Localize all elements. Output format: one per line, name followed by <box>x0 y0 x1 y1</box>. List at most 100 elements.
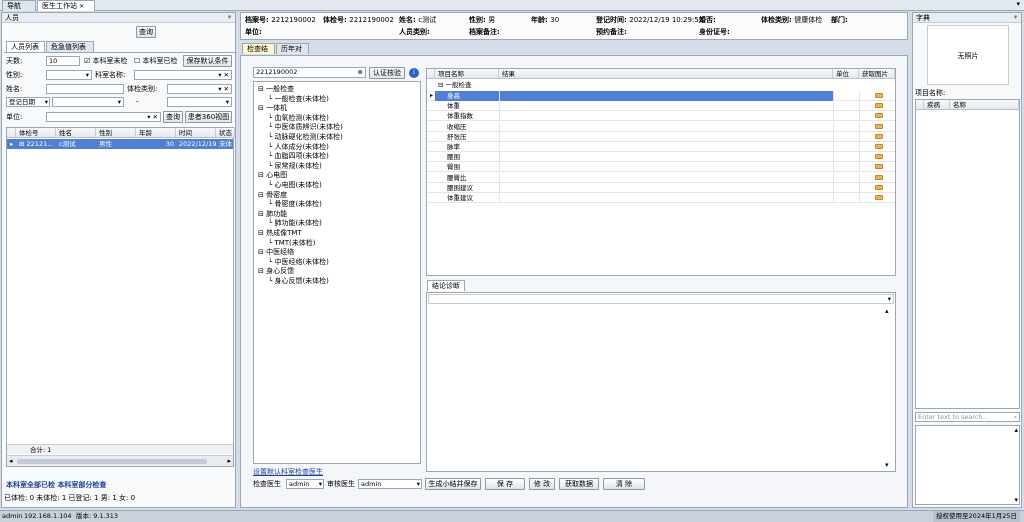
scroll-down-icon[interactable]: ▾ <box>1014 496 1018 504</box>
save-button[interactable]: 保 存 <box>485 478 525 490</box>
conclusion-textarea[interactable] <box>429 306 883 468</box>
folder-icon[interactable] <box>859 152 895 163</box>
save-default-button[interactable]: 保存默认条件 <box>183 55 232 67</box>
search-icon[interactable]: ⌕ <box>1013 413 1017 421</box>
cell-result[interactable] <box>499 101 833 112</box>
clear-icon[interactable]: ⊗ <box>358 68 363 76</box>
days-input[interactable]: 10 <box>46 56 80 66</box>
tree-group[interactable]: ⊟ 热成像TMT <box>258 229 302 238</box>
table-row[interactable]: ▸ 身高 <box>427 91 895 101</box>
scroll-up-icon[interactable]: ▴ <box>1014 426 1018 434</box>
tree-item[interactable]: └ 人体成分(未体检) <box>268 143 329 152</box>
patient-360-button[interactable]: 患者360视图 <box>185 111 232 123</box>
folder-icon[interactable] <box>859 121 895 132</box>
vertical-scrollbar[interactable]: ▴ ▾ <box>885 307 893 469</box>
pin-icon[interactable]: ᵠ <box>1014 13 1017 23</box>
table-row[interactable]: 腰围 <box>427 152 895 163</box>
scroll-left-icon[interactable]: ◂ <box>9 457 13 465</box>
close-icon[interactable]: ✕ <box>79 3 84 10</box>
table-row[interactable]: 腰围建议 <box>427 182 895 193</box>
table-row[interactable]: 舒张压 <box>427 131 895 142</box>
cell-result[interactable] <box>499 182 833 193</box>
conclusion-select[interactable]: ▾ <box>428 294 894 304</box>
fetch-data-button[interactable]: 获取数据 <box>559 478 599 490</box>
col-exam-no[interactable]: 体检号 <box>16 128 56 138</box>
tree-group[interactable]: ⊟ 一般检查 <box>258 85 294 94</box>
folder-icon[interactable] <box>859 111 895 122</box>
checkbox-unchecked-dept[interactable]: ☑ 本科室未检 <box>84 56 128 66</box>
tab-navigation[interactable]: 导航 <box>2 0 36 11</box>
exam-search-input[interactable]: 2212190002 ⊗ <box>253 67 366 78</box>
cell-result[interactable] <box>499 152 833 163</box>
folder-icon[interactable] <box>859 131 895 142</box>
name-input[interactable] <box>46 84 124 94</box>
col-item-name[interactable]: 项目名称 <box>435 69 499 79</box>
folder-icon[interactable] <box>859 142 895 152</box>
col-unit[interactable]: 单位 <box>833 69 859 79</box>
tab-exam-results[interactable]: 检查结果 <box>242 43 275 64</box>
table-row[interactable]: ▸ ⊞ 22121... c测试 男性 30 2022/12/19 未体 <box>7 139 233 149</box>
tree-item[interactable]: └ 骨密度(未体检) <box>268 200 322 209</box>
scroll-down-icon[interactable]: ▾ <box>885 461 889 469</box>
verify-button[interactable]: 认证核验 <box>369 67 405 79</box>
col-gender[interactable]: 性别 <box>96 128 136 138</box>
tree-item[interactable]: └ 中医经络(未体检) <box>268 258 329 267</box>
reg-date-select[interactable]: 登记日期 ▾ <box>6 97 50 107</box>
date-from-input[interactable]: ▾ <box>52 97 124 107</box>
tab-critical-list[interactable]: 危急值列表 <box>46 41 94 52</box>
tab-conclusion[interactable]: 结论诊断 <box>427 280 465 291</box>
folder-icon[interactable] <box>859 162 895 173</box>
tree-group[interactable]: ⊟ 肺功能 <box>258 210 287 219</box>
pin-icon[interactable]: ᵠ <box>228 13 231 23</box>
tree-item[interactable]: └ 血氧检测(未体检) <box>268 114 329 123</box>
dictionary-text-area[interactable]: ▴ ▾ <box>915 425 1020 505</box>
info-icon[interactable]: i <box>409 68 419 78</box>
folder-icon[interactable] <box>859 193 895 203</box>
col-disease[interactable]: 疾病 <box>924 100 950 110</box>
tree-item[interactable]: └ 动脉硬化检测(未体检) <box>268 133 343 142</box>
query-button-2[interactable]: 查询 <box>163 111 183 123</box>
cell-result[interactable] <box>499 193 833 203</box>
clear-icon[interactable]: ▾ ✕ <box>147 113 158 121</box>
tree-item[interactable]: └ 肺功能(未体检) <box>268 219 322 228</box>
col-name[interactable]: 姓名 <box>56 128 96 138</box>
cell-result[interactable] <box>499 91 833 101</box>
table-row[interactable]: 臀围 <box>427 162 895 173</box>
table-row[interactable]: 体重 <box>427 101 895 112</box>
chevron-down-icon[interactable]: ▾ <box>1016 0 1020 8</box>
folder-icon[interactable] <box>859 91 895 101</box>
clear-icon[interactable]: ▾ ✕ <box>218 71 229 79</box>
set-default-doctor-link[interactable]: 设置默认科室检查医生 <box>253 467 323 477</box>
folder-icon[interactable] <box>859 101 895 112</box>
col-result[interactable]: 结果 <box>499 69 833 79</box>
clear-icon[interactable]: ▾ ✕ <box>218 85 229 93</box>
dictionary-search-input[interactable]: Enter text to search... ⌕ <box>915 412 1020 422</box>
col-get-image[interactable]: 获取图片 <box>859 69 895 79</box>
gender-select[interactable]: ▾ <box>46 70 92 80</box>
cell-result[interactable] <box>499 172 833 183</box>
tree-group[interactable]: ⊟ 中医经络 <box>258 248 294 257</box>
cell-result[interactable] <box>499 121 833 132</box>
edit-button[interactable]: 修 改 <box>529 478 555 490</box>
date-to-input[interactable]: ▾ <box>167 97 232 107</box>
table-row[interactable]: 收缩压 <box>427 121 895 132</box>
tree-item[interactable]: └ 一般检查(未体检) <box>268 95 329 104</box>
scroll-thumb[interactable] <box>17 459 207 464</box>
tree-group[interactable]: ⊟ 一体机 <box>258 104 287 113</box>
generate-summary-save-button[interactable]: 生成小结并保存 <box>425 478 481 490</box>
exam-doctor-select[interactable]: admin ▾ <box>286 479 324 489</box>
col-status[interactable]: 状态 <box>216 128 235 138</box>
collapse-icon[interactable]: ⊟ <box>438 81 443 89</box>
dept-name-select[interactable]: ▾ ✕ <box>134 70 232 80</box>
unit-input[interactable]: ▾ ✕ <box>46 112 161 122</box>
expand-icon[interactable]: ⊞ <box>19 140 24 148</box>
checkbox-checked-dept[interactable]: ☐ 本科室已检 <box>134 56 178 66</box>
tab-history-compare[interactable]: 历年对比 <box>276 43 309 64</box>
tree-item[interactable]: └ TMT(未体检) <box>268 239 316 248</box>
tree-item[interactable]: └ 心电图(未体检) <box>268 181 322 190</box>
table-row[interactable]: 脉率 <box>427 142 895 152</box>
tree-item[interactable]: └ 血脂四项(未体检) <box>268 152 329 161</box>
tree-group[interactable]: ⊟ 身心反馈 <box>258 267 294 276</box>
query-button[interactable]: 查询 <box>136 26 156 38</box>
review-doctor-select[interactable]: admin ▾ <box>358 479 422 489</box>
